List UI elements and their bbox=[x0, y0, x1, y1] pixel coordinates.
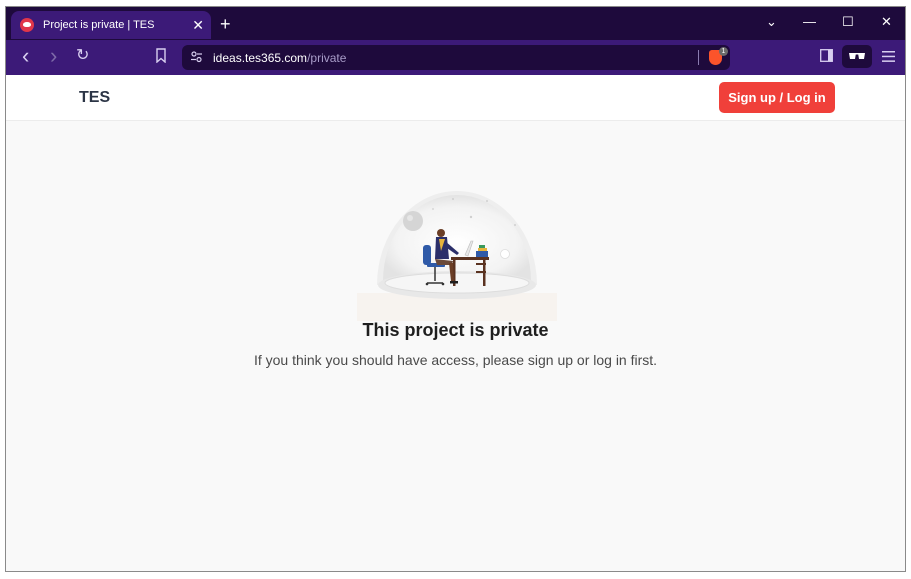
tab-search-icon[interactable]: ⌄ bbox=[766, 15, 777, 28]
url-domain: ideas.tes365.com bbox=[213, 51, 308, 65]
site-settings-icon[interactable] bbox=[190, 50, 203, 66]
tab-active[interactable]: Project is private | TES ✕ bbox=[11, 11, 211, 39]
browser-toolbar: ‹ › ↻ ideas.tes365.com/private 1 bbox=[6, 40, 905, 75]
reader-mode-button[interactable] bbox=[842, 45, 872, 68]
sidebar-toggle-icon[interactable] bbox=[820, 49, 833, 65]
url-path: /private bbox=[307, 51, 347, 65]
browser-window: Project is private | TES ✕ + ⌄ — ☐ ✕ ‹ ›… bbox=[5, 6, 906, 572]
new-tab-button[interactable]: + bbox=[220, 15, 231, 33]
site-favicon-icon bbox=[20, 18, 34, 32]
signup-login-button[interactable]: Sign up / Log in bbox=[719, 82, 835, 113]
reload-icon[interactable]: ↻ bbox=[76, 48, 89, 64]
address-bar[interactable]: ideas.tes365.com/private 1 bbox=[182, 45, 730, 70]
brand-logo-text[interactable]: TES bbox=[79, 89, 110, 107]
tab-strip: Project is private | TES ✕ + ⌄ — ☐ ✕ bbox=[6, 7, 905, 40]
back-icon[interactable]: ‹ bbox=[22, 45, 29, 67]
glasses-icon bbox=[849, 53, 865, 59]
close-window-button[interactable]: ✕ bbox=[881, 15, 892, 28]
url-text: ideas.tes365.com/private bbox=[213, 51, 346, 65]
access-message: If you think you should have access, ple… bbox=[253, 352, 658, 368]
minimize-button[interactable]: — bbox=[803, 15, 816, 28]
forward-icon[interactable]: › bbox=[50, 45, 57, 67]
shield-count-badge: 1 bbox=[719, 47, 728, 56]
maximize-button[interactable]: ☐ bbox=[842, 15, 854, 28]
tab-close-icon[interactable]: ✕ bbox=[192, 18, 204, 32]
bookmark-icon[interactable] bbox=[155, 48, 167, 66]
page-heading: This project is private bbox=[362, 320, 549, 340]
page-header: TES Sign up / Log in bbox=[6, 75, 905, 121]
menu-icon[interactable] bbox=[882, 50, 895, 65]
tab-title: Project is private | TES bbox=[43, 19, 155, 31]
private-project-illustration bbox=[357, 191, 557, 321]
address-divider bbox=[698, 50, 699, 65]
